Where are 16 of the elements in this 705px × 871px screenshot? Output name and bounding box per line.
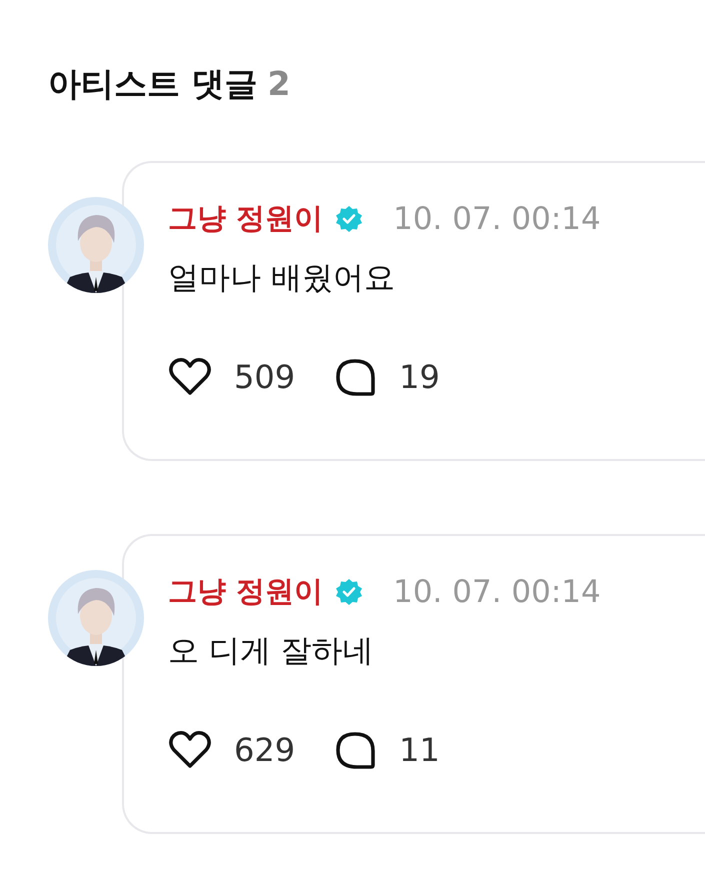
author-name[interactable]: 그냥 정원이 [168,199,324,239]
reply-count: 11 [399,731,440,769]
comment-time: 10. 07. 00:14 [393,574,601,610]
like-count: 509 [234,358,296,396]
section-title: 아티스트 댓글 [48,63,258,105]
comment-time: 10. 07. 00:14 [393,201,601,237]
speech-bubble-icon[interactable] [333,730,378,770]
heart-icon[interactable] [168,357,212,397]
author-name[interactable]: 그냥 정원이 [168,572,324,612]
comment-text: 얼마나 배웠어요 [168,259,396,298]
comment-count: 2 [268,64,290,103]
heart-icon[interactable] [168,730,212,770]
comment-text: 오 디게 잘하네 [168,632,375,671]
reply-count: 19 [399,358,440,396]
like-count: 629 [234,731,296,769]
speech-bubble-icon[interactable] [333,357,378,397]
